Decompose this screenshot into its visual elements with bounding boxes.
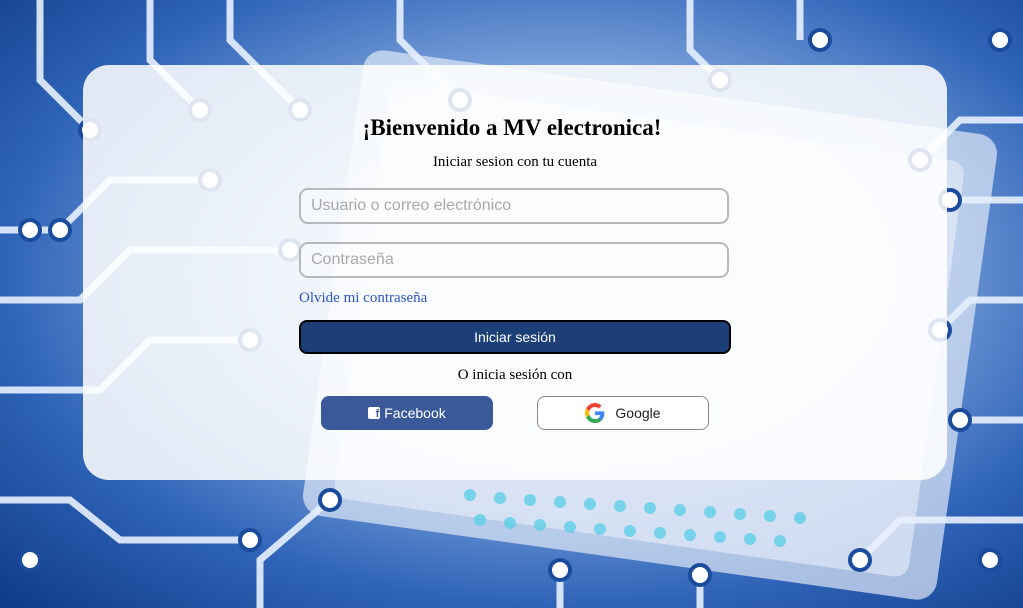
forgot-password-link[interactable]: Olvide mi contraseña — [299, 290, 427, 307]
login-card: ¡Bienvenido a MV electronica! Iniciar se… — [83, 65, 947, 480]
google-login-button[interactable]: Google — [537, 396, 709, 430]
login-subtitle: Iniciar sesion con tu cuenta — [432, 154, 598, 170]
alt-login-text: O inicia sesión con — [457, 367, 573, 383]
facebook-icon: f — [368, 407, 381, 420]
facebook-login-button[interactable]: f Facebook — [321, 396, 493, 430]
page-title: ¡Bienvenido a MV electronica! — [362, 115, 662, 140]
username-input[interactable] — [299, 188, 729, 224]
facebook-button-label: Facebook — [384, 405, 446, 421]
google-button-label: Google — [615, 405, 661, 421]
google-icon — [585, 403, 605, 423]
password-input[interactable] — [299, 242, 729, 278]
login-button[interactable]: Iniciar sesión — [299, 320, 731, 354]
